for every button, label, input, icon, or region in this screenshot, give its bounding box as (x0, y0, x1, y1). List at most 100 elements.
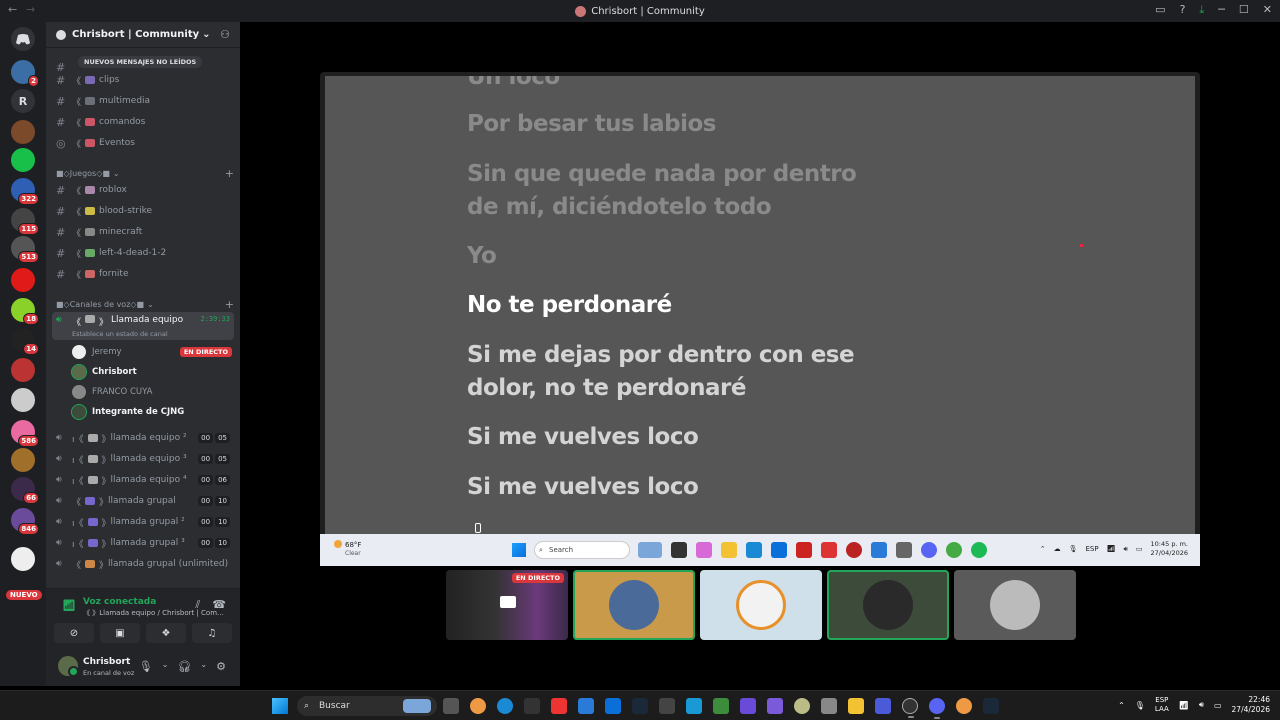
server-icon[interactable] (11, 120, 35, 144)
forward-arrow-icon[interactable]: → (26, 3, 35, 16)
screen-icon[interactable]: ▭ (1155, 3, 1165, 17)
chevron-up-icon[interactable]: ⌃ (1118, 701, 1125, 710)
server-icon[interactable]: 66 (11, 477, 39, 504)
language-indicator[interactable]: ESP LAA (1155, 696, 1169, 714)
maximize-icon[interactable]: ☐ (1239, 3, 1249, 17)
discord-icon[interactable] (929, 698, 945, 719)
participant-tile[interactable] (954, 570, 1076, 640)
app-icon[interactable] (524, 698, 540, 714)
voice-user[interactable]: Jeremy EN DIRECTO (72, 343, 232, 361)
voice-channel-item[interactable]: 🔊︎ ı《》 llamada equipo ² 00 05 (56, 429, 234, 447)
shared-screen[interactable]: Un loco Por besar tus labios Sin que que… (320, 72, 1200, 566)
minimize-icon[interactable]: ─ (1218, 3, 1225, 17)
voice-user[interactable]: FRANCO CUYA (72, 383, 232, 401)
server-icon[interactable]: 115 (11, 208, 39, 235)
noise-suppression-icon[interactable]: ⫽ (195, 598, 200, 612)
voice-channel-item[interactable]: 🔊︎ 《》 llamada grupal (unlimited) (56, 555, 234, 573)
participant-tile[interactable] (827, 570, 949, 640)
download-icon[interactable]: ⤓ (1199, 3, 1204, 17)
tiktok-icon[interactable] (551, 698, 567, 714)
app-icon[interactable] (659, 698, 675, 714)
server-icon[interactable] (11, 388, 35, 412)
voice-channel-item[interactable]: 🔊︎ ı《》 llamada grupal ² 00 10 (56, 513, 234, 531)
server-icon[interactable] (11, 547, 35, 571)
activities-button[interactable]: ❖ (146, 623, 186, 643)
voice-channel-item[interactable]: 🔊︎ ı《》 llamada equipo ⁴ 00 06 (56, 471, 234, 489)
channel-item[interactable]: # 《 blood-strike (56, 202, 234, 220)
server-icon-r[interactable]: R (11, 89, 35, 113)
disconnect-icon[interactable]: ☎ (212, 598, 226, 612)
server-header[interactable]: Chrisbort | Community ⌄ ⚇ (46, 22, 240, 48)
channel-item[interactable]: # 《 left-4-dead-1-2 (56, 244, 234, 262)
volume-icon[interactable]: 🔊︎ (1199, 700, 1204, 710)
server-icon[interactable]: 586 (11, 420, 39, 447)
channel-item[interactable]: # 《 minecraft (56, 223, 234, 241)
server-icon[interactable]: 322 (11, 178, 39, 205)
chevron-down-icon[interactable]: ⌄ (162, 660, 169, 673)
gear-icon[interactable]: ⚙ (216, 660, 226, 673)
headphones-icon[interactable]: 🎧︎ (177, 660, 191, 673)
app-icon[interactable] (794, 698, 810, 714)
server-icon[interactable]: 14 (11, 328, 39, 355)
server-icon[interactable]: 513 (11, 236, 39, 263)
user-name[interactable]: Chrisbort (83, 657, 130, 667)
category-games[interactable]: ■◇Juegos◇■ ⌄ + (56, 167, 234, 180)
stream-tile[interactable]: EN DIRECTO (446, 570, 568, 640)
channel-item[interactable]: # 《 clips (56, 71, 234, 89)
participant-tile[interactable] (573, 570, 695, 640)
server-icon[interactable] (11, 268, 35, 292)
server-icon[interactable] (11, 148, 35, 172)
chrome-icon[interactable] (956, 698, 972, 714)
share-screen-button[interactable]: ▣ (100, 623, 140, 643)
chrome-icon[interactable] (470, 698, 486, 714)
avatar[interactable] (58, 656, 79, 677)
voice-channel-item[interactable]: 🔊︎ ı《》 llamada grupal ³ 00 10 (56, 534, 234, 552)
start-button[interactable] (272, 698, 288, 714)
channel-item[interactable]: # 《 roblox (56, 181, 234, 199)
help-icon[interactable]: ? (1180, 3, 1186, 17)
chevron-down-icon[interactable]: ⌄ (200, 660, 207, 673)
channel-item[interactable]: ◎ 《 Eventos (56, 134, 234, 152)
taskbar-search[interactable]: ⌕ Buscar (297, 696, 437, 716)
back-arrow-icon[interactable]: ← (8, 3, 17, 16)
channel-item[interactable]: # 《 comandos (56, 113, 234, 131)
channel-item[interactable]: # 《 multimedia (56, 92, 234, 110)
voice-user[interactable]: Chrisbort (71, 363, 232, 381)
signal-icon[interactable]: 📶︎ (62, 599, 76, 612)
camera-off-button[interactable]: ⊘ (54, 623, 94, 643)
app-icon[interactable] (767, 698, 783, 714)
channel-item[interactable]: # 《 fornite (56, 265, 234, 283)
server-icon[interactable]: 18 (11, 298, 39, 325)
app-icon[interactable] (686, 698, 702, 714)
folder-icon[interactable] (848, 698, 864, 714)
app-icon[interactable] (875, 698, 891, 714)
system-clock[interactable]: 22:46 27/4/2026 (1232, 695, 1270, 715)
add-channel-icon[interactable]: + (225, 167, 234, 180)
calculator-icon[interactable] (821, 698, 837, 714)
participant-tile[interactable] (700, 570, 822, 640)
microphone-icon[interactable]: 🎙︎ (139, 660, 153, 673)
app-icon[interactable] (578, 698, 594, 714)
add-channel-icon[interactable]: + (225, 298, 234, 311)
server-icon[interactable]: 846 (11, 508, 39, 535)
soundboard-button[interactable]: ♫ (192, 623, 232, 643)
edge-icon[interactable] (497, 698, 513, 714)
close-icon[interactable]: ✕ (1263, 3, 1272, 17)
app-icon[interactable] (443, 698, 459, 714)
discord-home-icon[interactable] (11, 27, 35, 51)
steam-icon[interactable] (983, 698, 999, 714)
minecraft-icon[interactable] (713, 698, 729, 714)
app-icon[interactable] (740, 698, 756, 714)
mic-icon[interactable]: 🎙︎ (1135, 701, 1145, 710)
battery-icon[interactable]: ▭ (1214, 701, 1222, 710)
voice-channel-item[interactable]: 🔊︎ 《》 llamada grupal 00 10 (56, 492, 234, 510)
category-voice[interactable]: ■◇Canales de voz◇■ ⌄ + (56, 298, 234, 311)
voice-channel-item[interactable]: 🔊︎ ı《》 llamada equipo ³ 00 05 (56, 450, 234, 468)
server-icon[interactable]: 2 (11, 60, 39, 87)
server-icon[interactable] (11, 358, 35, 382)
obs-icon[interactable] (902, 698, 918, 718)
invite-people-icon[interactable]: ⚇ (220, 28, 230, 41)
voice-connected-title[interactable]: Voz conectada (83, 597, 156, 607)
wifi-icon[interactable]: 📶︎ (1179, 701, 1189, 710)
channel-status-hint[interactable]: Establece un estado de canal (72, 330, 168, 338)
